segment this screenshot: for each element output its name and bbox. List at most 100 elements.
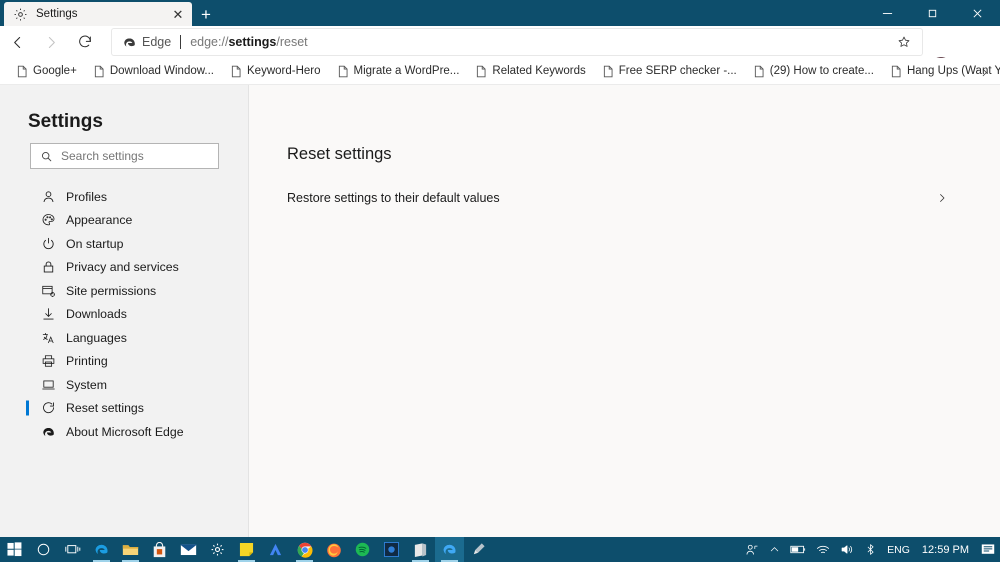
omnibox-separator [180,35,182,49]
sidebar-item-printing[interactable]: Printing [0,350,249,374]
mozilla-firefox[interactable] [319,537,348,562]
clock[interactable]: 12:59 PM [915,537,976,562]
restore-defaults-row[interactable]: Restore settings to their default values [287,179,952,217]
maximize-button[interactable] [910,0,955,26]
sidebar-item-downloads[interactable]: Downloads [0,303,249,327]
sidebar-item-label: On startup [66,236,124,251]
page-icon [602,65,614,78]
sidebar-item-label: Appearance [66,213,133,228]
sidebar-item-label: Downloads [66,307,127,322]
browser-tab[interactable]: Settings ✕ [4,2,192,26]
chevron-right-icon[interactable] [932,188,952,208]
people-icon[interactable] [740,537,764,562]
sticky-notes[interactable] [232,537,261,562]
gear-icon [13,7,28,22]
address-bar[interactable]: Edge edge://settings/reset [112,29,922,55]
microsoft-store[interactable] [145,537,174,562]
forward-button [34,27,68,57]
bookmarks-bar: Google+ Download Window... Keyword-Hero [0,58,1000,85]
mail[interactable] [174,537,203,562]
sidebar-item-on-startup[interactable]: On startup [0,232,249,256]
bookmark-label: Download Window... [109,65,215,77]
start-button[interactable] [0,537,29,562]
bookmark-item[interactable]: Free SERP checker -... [594,60,745,82]
bookmark-label: Related Keywords [492,65,586,77]
system-tray: ENG 12:59 PM [740,537,1000,562]
bookmark-label: (29) How to create... [769,65,874,77]
omnibox-brand: Edge [122,35,171,50]
settings-nav-list: Profiles Appearance On startup Privacy a… [0,185,249,444]
laptop-icon [40,376,57,393]
bookmarks-overflow-button[interactable] [974,62,994,82]
notification-icon[interactable] [976,537,1000,562]
settings-sidebar: Settings Search settings Profiles Appear… [0,85,249,537]
refresh-button[interactable] [68,27,102,57]
sidebar-item-label: Printing [66,354,108,369]
bookmark-label: Google+ [33,65,77,77]
settings-main-content: Reset settings Restore settings to their… [249,85,1000,537]
omnibox-url[interactable]: edge://settings/reset [190,35,892,49]
language-indicator[interactable]: ENG [882,537,915,562]
section-heading: Reset settings [287,145,392,163]
sidebar-item-label: Site permissions [66,283,157,298]
page-icon [230,65,242,78]
bookmark-item[interactable]: Download Window... [85,60,222,82]
notebook-app[interactable] [406,537,435,562]
sidebar-item-site-permissions[interactable]: Site permissions [0,279,249,303]
page-title: Settings [28,111,103,132]
minimize-button[interactable] [865,0,910,26]
back-button[interactable] [0,27,34,57]
page-icon [93,65,105,78]
close-button[interactable] [955,0,1000,26]
wifi-icon[interactable] [811,537,835,562]
google-ads[interactable] [261,537,290,562]
sidebar-item-privacy-and-services[interactable]: Privacy and services [0,256,249,280]
url-path: /reset [276,35,308,49]
reset-icon [40,400,57,417]
favorite-icon[interactable] [892,30,916,54]
sidebar-item-label: Reset settings [66,401,144,416]
sidebar-item-label: About Microsoft Edge [66,424,184,439]
edge-taskbar[interactable] [87,537,116,562]
bookmark-item[interactable]: Google+ [8,60,85,82]
file-explorer[interactable] [116,537,145,562]
bookmark-item[interactable]: Related Keywords [467,60,593,82]
chevron-up-icon[interactable] [764,537,785,562]
search-settings-input[interactable]: Search settings [30,143,219,169]
url-host: settings [228,35,277,49]
palette-icon [40,212,57,229]
bookmark-label: Keyword-Hero [247,65,321,77]
edge-active[interactable] [435,537,464,562]
spotify[interactable] [348,537,377,562]
sidebar-item-appearance[interactable]: Appearance [0,209,249,233]
bookmark-item[interactable]: Keyword-Hero [222,60,329,82]
sidebar-item-reset-settings[interactable]: Reset settings [0,397,249,421]
person-icon [40,188,57,205]
battery-icon[interactable] [785,537,811,562]
languages-icon [40,329,57,346]
settings-app[interactable] [203,537,232,562]
page-icon [337,65,349,78]
search-placeholder: Search settings [61,149,144,163]
page-icon [890,65,902,78]
paint-3d[interactable] [464,537,493,562]
sidebar-item-label: System [66,377,107,392]
new-tab-button[interactable]: + [195,3,217,25]
bookmark-item[interactable]: (29) How to create... [745,60,882,82]
volume-icon[interactable] [835,537,859,562]
bookmark-item[interactable]: Migrate a WordPre... [329,60,468,82]
page-icon [16,65,28,78]
sidebar-item-profiles[interactable]: Profiles [0,185,249,209]
sidebar-item-languages[interactable]: Languages [0,326,249,350]
printer-icon [40,353,57,370]
cortana-search[interactable] [29,537,58,562]
google-chrome[interactable] [290,537,319,562]
bluetooth-icon[interactable] [859,537,882,562]
blue-app[interactable] [377,537,406,562]
windows-taskbar: ENG 12:59 PM [0,537,1000,562]
tab-close-button[interactable]: ✕ [170,6,186,22]
task-view[interactable] [58,537,87,562]
window-controls [865,0,1000,26]
sidebar-item-about-microsoft-edge[interactable]: About Microsoft Edge [0,420,249,444]
sidebar-item-system[interactable]: System [0,373,249,397]
